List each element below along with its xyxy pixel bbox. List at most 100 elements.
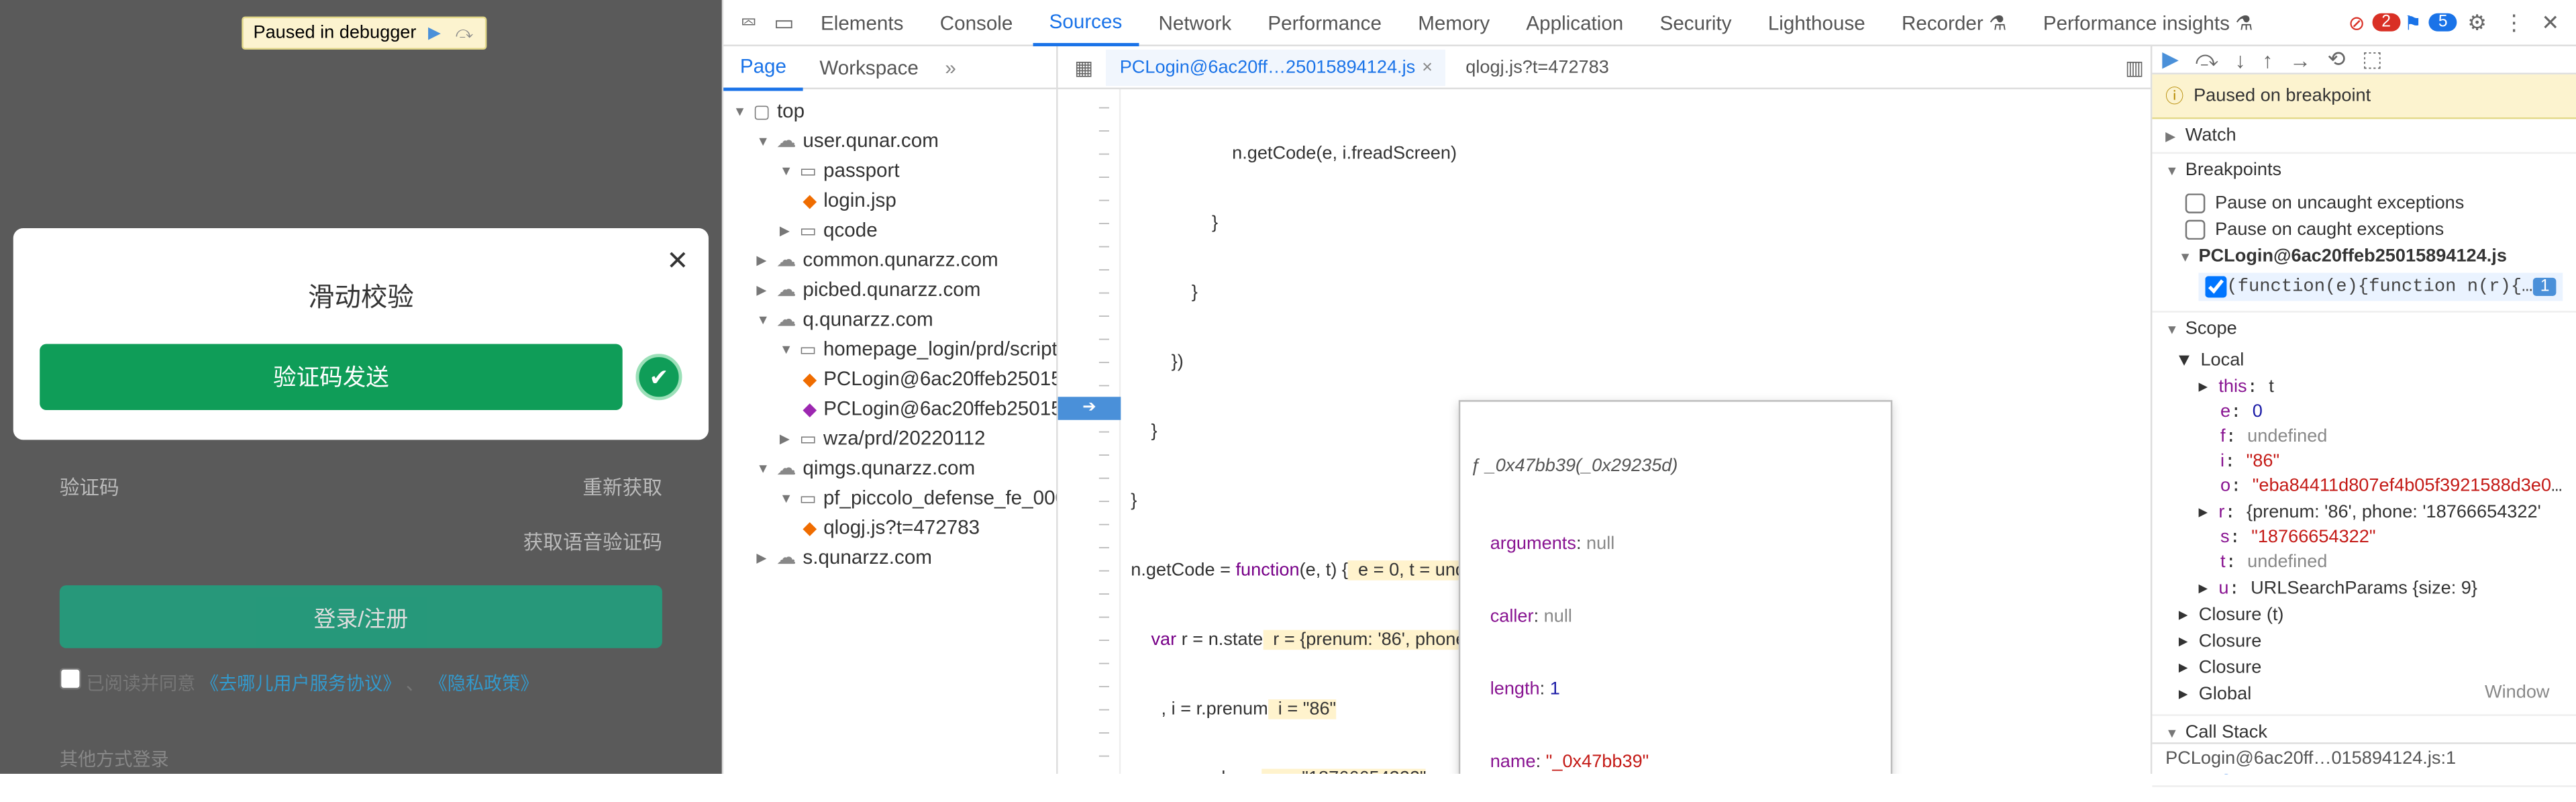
- tree-file[interactable]: ◆qlogj.js?t=472783: [723, 513, 1056, 542]
- more-icon[interactable]: ⋮: [2497, 9, 2532, 36]
- tos-link[interactable]: 《去哪儿用户服务协议》: [201, 674, 401, 695]
- deactivate-breakpoints-icon[interactable]: ⟲: [2328, 46, 2346, 72]
- close-devtools-icon[interactable]: ✕: [2535, 9, 2567, 36]
- pause-exceptions-icon[interactable]: ⬚: [2362, 46, 2382, 72]
- breakpoints-section[interactable]: ▼Breakpoints: [2152, 154, 2576, 187]
- tab-console[interactable]: Console: [923, 1, 1029, 44]
- tab-network[interactable]: Network: [1142, 1, 1248, 44]
- uncaught-checkbox[interactable]: [2185, 193, 2206, 213]
- tab-security[interactable]: Security: [1643, 1, 1748, 44]
- dimmed-form: 验证码 重新获取 获取语音验证码 登录/注册 已阅读并同意 《去哪儿用户服务协议…: [13, 423, 709, 802]
- tree-domain[interactable]: ▼☁qimgs.qunarzz.com: [723, 453, 1056, 483]
- subtab-workspace[interactable]: Workspace: [803, 46, 935, 89]
- scope-var[interactable]: o: "eba84411d807ef4b05f3921588d3e032": [2152, 474, 2576, 499]
- check-icon: ✔: [635, 354, 682, 400]
- watch-section[interactable]: ▶Watch: [2152, 119, 2576, 152]
- toggle-sidebar-icon[interactable]: ▥: [2118, 56, 2151, 79]
- inspect-icon[interactable]: ⮹: [733, 9, 764, 36]
- breakpoint-line[interactable]: (function(e){function n(r){if(… 1: [2198, 273, 2563, 301]
- info-icon: ⓘ: [2165, 83, 2183, 109]
- breakpoint-checkbox[interactable]: [2205, 276, 2226, 297]
- close-icon[interactable]: ✕: [666, 245, 688, 278]
- editor-tab-active[interactable]: PCLogin@6ac20ff…25015894124.js×: [1106, 49, 1446, 85]
- tab-memory[interactable]: Memory: [1402, 1, 1506, 44]
- privacy-link[interactable]: 《隐私政策》: [429, 674, 539, 695]
- tree-file[interactable]: ◆login.jsp: [723, 185, 1056, 215]
- scope-local[interactable]: ▼ Local: [2152, 349, 2576, 374]
- tree-file[interactable]: ◆PCLogin@6ac20ffeb2501589: [723, 393, 1056, 423]
- resume-icon[interactable]: ▶: [423, 21, 446, 44]
- tab-sources[interactable]: Sources: [1033, 0, 1139, 46]
- tree-domain[interactable]: ▶☁s.qunarzz.com: [723, 542, 1056, 572]
- popup-header: ƒ _0x47bb39(_0x29235d): [1470, 455, 1881, 478]
- step-over-icon[interactable]: ⤼: [2196, 46, 2218, 72]
- device-icon[interactable]: ▭: [767, 9, 801, 36]
- subtab-more-icon[interactable]: »: [935, 46, 966, 89]
- tab-application[interactable]: Application: [1510, 1, 1640, 44]
- resend-button[interactable]: 重新获取: [582, 473, 662, 501]
- sources-file-tree: Page Workspace » ▼▢top ▼☁user.qunar.com …: [723, 46, 1058, 774]
- tree-domain[interactable]: ▼☁q.qunarzz.com: [723, 304, 1056, 334]
- tree-folder[interactable]: ▼▭passport: [723, 156, 1056, 185]
- paused-label: Paused in debugger: [253, 23, 416, 43]
- scope-var[interactable]: t: undefined: [2152, 550, 2576, 575]
- step-out-icon[interactable]: ↑: [2262, 47, 2273, 72]
- settings-icon[interactable]: ⚙: [2461, 9, 2493, 36]
- scope-var[interactable]: ▸ u: URLSearchParams {size: 9}: [2152, 575, 2576, 601]
- voice-code-link[interactable]: 获取语音验证码: [13, 528, 709, 585]
- scope-var[interactable]: s: "18766654322": [2152, 525, 2576, 550]
- tab-elements[interactable]: Elements: [804, 1, 920, 44]
- tab-lighthouse[interactable]: Lighthouse: [1751, 1, 1882, 44]
- tree-domain[interactable]: ▶☁common.qunarzz.com: [723, 245, 1056, 274]
- resume-button-icon[interactable]: ▶: [2162, 46, 2179, 72]
- error-badge[interactable]: ⊘: [2349, 11, 2365, 34]
- scope-global[interactable]: ▸ GlobalWindow: [2152, 681, 2576, 707]
- tree-domain[interactable]: ▶☁picbed.qunarzz.com: [723, 274, 1056, 304]
- tab-recorder[interactable]: Recorder ⚗: [1885, 1, 2023, 44]
- scope-closure[interactable]: ▸ Closure (t): [2152, 602, 2576, 628]
- step-icon[interactable]: →: [2289, 47, 2311, 72]
- code-input-placeholder[interactable]: 验证码: [60, 473, 119, 501]
- scope-closure[interactable]: ▸ Closure: [2152, 655, 2576, 681]
- breakpoint-file[interactable]: ▼PCLogin@6ac20ffeb25015894124.js: [2152, 243, 2576, 269]
- tree-folder[interactable]: ▼▭homepage_login/prd/scripts: [723, 334, 1056, 364]
- debugger-toolbar: ▶ ⤼ ↓ ↑ → ⟲ ⬚: [2152, 46, 2576, 74]
- scope-closure[interactable]: ▸ Closure: [2152, 628, 2576, 654]
- scope-section[interactable]: ▼Scope: [2152, 313, 2576, 346]
- subtab-page[interactable]: Page: [723, 44, 803, 90]
- line-gutter: ––––––––––––––––––––––––––––––: [1058, 89, 1121, 774]
- scope-var[interactable]: i: "86": [2152, 450, 2576, 474]
- tree-folder[interactable]: ▼▭pf_piccolo_defense_fe_0001: [723, 483, 1056, 512]
- other-login-label: 其他方式登录: [13, 716, 709, 802]
- scope-var[interactable]: f: undefined: [2152, 425, 2576, 450]
- login-button[interactable]: 登录/注册: [60, 585, 662, 648]
- close-tab-icon[interactable]: ×: [1422, 57, 1433, 77]
- footer-file-path: PCLogin@6ac20ff…015894124.js:1: [2152, 742, 2576, 774]
- scope-var[interactable]: ▸ r: {prenum: '86', phone: '18766654322': [2152, 499, 2576, 525]
- tab-perf-insights[interactable]: Performance insights ⚗: [2026, 1, 2269, 44]
- tree-folder[interactable]: ▶▭wza/prd/20220112: [723, 423, 1056, 453]
- step-over-icon[interactable]: ⤼: [453, 21, 476, 44]
- tree-top[interactable]: ▼▢top: [723, 96, 1056, 126]
- debugger-sidebar: ▶ ⤼ ↓ ↑ → ⟲ ⬚ ⓘ Paused on breakpoint ▶Wa…: [2152, 46, 2576, 774]
- object-hover-popup: ƒ _0x47bb39(_0x29235d) arguments: null c…: [1459, 400, 1892, 774]
- file-icon: ▦: [1068, 56, 1100, 79]
- modal-title: 滑动校验: [13, 228, 709, 344]
- tree-folder[interactable]: ▶▭qcode: [723, 215, 1056, 244]
- agree-checkbox[interactable]: [60, 668, 81, 689]
- tab-performance[interactable]: Performance: [1251, 1, 1398, 44]
- agree-row: 已阅读并同意 《去哪儿用户服务协议》 、 《隐私政策》: [13, 648, 709, 716]
- code-area[interactable]: ➔ –––––––––––––––––––––––––––––– n.getCo…: [1058, 89, 2151, 774]
- editor-tab[interactable]: qlogj.js?t=472783: [1453, 49, 1622, 85]
- info-badge[interactable]: ⚑: [2404, 11, 2422, 34]
- page-content: Paused in debugger ▶ ⤼ ✕ 滑动校验 验证码发送 ✔ 验证…: [0, 0, 722, 774]
- tree-domain[interactable]: ▼☁user.qunar.com: [723, 126, 1056, 155]
- step-into-icon[interactable]: ↓: [2235, 47, 2246, 72]
- code-editor: ▦ PCLogin@6ac20ff…25015894124.js× qlogj.…: [1058, 46, 2153, 774]
- execution-pointer-icon: ➔: [1058, 397, 1121, 419]
- caught-checkbox[interactable]: [2185, 220, 2206, 240]
- send-code-button[interactable]: 验证码发送: [40, 344, 622, 410]
- scope-var[interactable]: ▸ this: t: [2152, 374, 2576, 400]
- tree-file[interactable]: ◆PCLogin@6ac20ffeb2501589: [723, 364, 1056, 393]
- scope-var[interactable]: e: 0: [2152, 400, 2576, 425]
